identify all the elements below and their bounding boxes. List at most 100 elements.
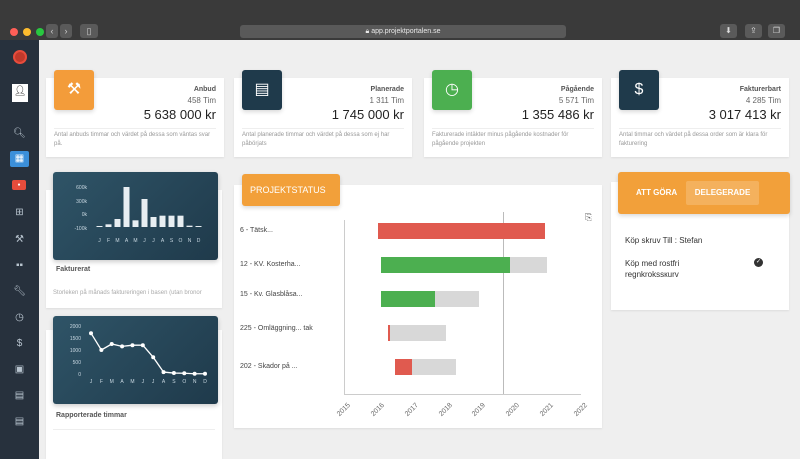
today-line	[503, 212, 505, 394]
y-tick-label: 300k	[76, 199, 87, 205]
bar	[114, 219, 121, 227]
sidebar: 👤︎ 🔍︎ ▦ ● ⊞ ⚒ ▪▪ 🔧︎ ◷ $ ▣ ▤ ▤	[0, 40, 39, 459]
stat-card-fakturerbart[interactable]: $ Fakturerbart 4 285 Tim 3 017 413 kr An…	[611, 70, 789, 157]
download-icon[interactable]: ⬇	[720, 24, 737, 38]
forward-button[interactable]: ›	[60, 24, 72, 38]
stat-value: 1 355 486 kr	[521, 107, 594, 122]
close-window-button[interactable]	[10, 28, 18, 36]
tab-delegerade[interactable]: DELEGERADE	[686, 181, 759, 205]
rapporterade-title: Rapporterade timmar	[56, 412, 127, 419]
todo-item[interactable]: Köp skruv Till : Stefan	[625, 235, 765, 246]
clock-icon: ◷	[432, 70, 472, 110]
stat-value: 1 745 000 kr	[331, 107, 404, 122]
x-tick-label: J	[143, 238, 146, 244]
point	[89, 331, 93, 336]
project-bar-progress[interactable]	[388, 325, 390, 341]
stat-card-planerade[interactable]: ▤ Planerade 1 311 Tim 1 745 000 kr Antal…	[234, 70, 412, 157]
project-row-label[interactable]: 202 - Skador på ...	[240, 362, 320, 371]
y-tick-label: 600k	[76, 185, 87, 191]
dollar-icon[interactable]: $	[10, 336, 29, 352]
avatar-icon[interactable]: 👤︎	[12, 84, 28, 102]
project-row-label[interactable]: 225 - Omläggning... tak	[240, 324, 320, 333]
badge-icon[interactable]: ●	[12, 180, 26, 190]
grid-icon[interactable]: ▪▪	[10, 258, 29, 274]
y-axis-line	[344, 220, 345, 394]
project-row-label[interactable]: 6 - Tätsk...	[240, 226, 320, 235]
project-row-label[interactable]: 15 - Kv. Glasblåsa...	[240, 290, 320, 299]
maximize-window-button[interactable]	[36, 28, 44, 36]
calendar-icon-2[interactable]: ▤	[10, 414, 29, 430]
main-content: ⚒ Anbud 458 Tim 5 638 000 kr Antal anbud…	[39, 40, 800, 459]
y-tick-label: -100k	[74, 226, 87, 232]
divider	[54, 128, 216, 129]
projektstatus-header: PROJEKTSTATUS	[242, 174, 340, 206]
stat-title: Pågående	[560, 86, 594, 93]
bar	[123, 187, 130, 227]
bar	[168, 215, 175, 227]
minimize-window-button[interactable]	[23, 28, 31, 36]
stat-title: Planerade	[370, 86, 404, 93]
stat-value: 5 638 000 kr	[143, 107, 216, 122]
y-tick-label: 1000	[70, 348, 81, 354]
x-tick-label: A	[125, 238, 129, 244]
bar	[186, 225, 193, 227]
stat-title: Anbud	[193, 86, 216, 93]
dashboard-icon[interactable]: ▦	[10, 151, 29, 167]
stat-desc: Antal anbuds timmar och värdet på dessa …	[54, 132, 211, 147]
bar	[132, 220, 139, 227]
x-tick-label: J	[152, 238, 155, 244]
x-tick-label: J	[90, 379, 93, 385]
tab-att-gora[interactable]: ATT GÖRA	[636, 188, 677, 197]
gavel-icon: ⚒	[54, 70, 94, 110]
x-tick-label: S	[172, 379, 176, 385]
fakturerat-chart: 600k 300k 0k -100k J F M A M J J A S O N D	[53, 172, 218, 260]
search-icon[interactable]: 🔍︎	[10, 126, 29, 142]
fakturerat-chart-svg: 600k300k0k-100kJ F M A M J J A S O N D	[74, 185, 202, 244]
x-tick-label: O	[179, 238, 183, 244]
x-tick-label: M	[110, 379, 114, 385]
x-tick-label: N	[188, 238, 192, 244]
x-tick-label: A	[120, 379, 124, 385]
x-tick-label: M	[133, 238, 137, 244]
fakturerat-desc: Storleken på månads faktureringen i base…	[53, 290, 202, 296]
sidebar-toggle-icon[interactable]: ▯	[80, 24, 98, 38]
project-row-label[interactable]: 12 - KV. Kosterha...	[240, 260, 320, 269]
y-tick-label: 0k	[82, 212, 88, 218]
project-bar-planned[interactable]	[388, 325, 446, 341]
project-bar-progress[interactable]	[381, 291, 436, 307]
stat-desc: Fakturerade intäkter minus pågående kost…	[432, 132, 569, 147]
wrench-icon[interactable]: 🔧︎	[10, 284, 29, 300]
project-bar-progress[interactable]	[394, 359, 412, 375]
point	[203, 371, 207, 376]
url-bar[interactable]: 🔒︎ app.projektportalen.se	[240, 25, 566, 38]
plus-icon[interactable]: ⊞	[10, 205, 29, 221]
calendar-icon[interactable]: ▤	[10, 388, 29, 404]
back-button[interactable]: ‹	[46, 24, 58, 38]
y-tick-label: 2000	[70, 324, 81, 330]
check-icon[interactable]: ✓	[754, 258, 763, 267]
x-tick-label: D	[203, 379, 207, 385]
point	[120, 344, 125, 349]
gavel-icon[interactable]: ⚒	[10, 232, 29, 248]
browser-titlebar: ‹ › ▯ 🔒︎ app.projektportalen.se ⬇ ⇪ ❐	[0, 0, 800, 40]
todo-item[interactable]: Köp med rostfri regnkrokssкurv	[625, 258, 720, 280]
stat-desc: Antal planerade timmar och värdet på des…	[242, 132, 390, 147]
bar	[177, 215, 184, 227]
stat-card-anbud[interactable]: ⚒ Anbud 458 Tim 5 638 000 kr Antal anbud…	[46, 70, 224, 157]
project-bar-progress[interactable]	[377, 223, 546, 239]
project-bar-progress[interactable]	[381, 257, 510, 273]
x-tick-label: A	[162, 379, 166, 385]
tabs-icon[interactable]: ❐	[768, 24, 785, 38]
x-tick-label: N	[193, 379, 197, 385]
share-icon[interactable]: ⇪	[745, 24, 762, 38]
point	[192, 371, 197, 376]
logo-icon[interactable]	[10, 49, 29, 65]
clock-icon[interactable]: ◷	[10, 310, 29, 326]
export-icon[interactable]: ⎘	[585, 212, 592, 223]
point	[182, 371, 187, 376]
stat-card-pågående[interactable]: ◷ Pågående 5 571 Tim 1 355 486 kr Faktur…	[424, 70, 602, 157]
bar	[195, 226, 202, 227]
point	[130, 343, 135, 348]
url-text: app.projektportalen.se	[371, 28, 441, 35]
image-icon[interactable]: ▣	[10, 362, 29, 378]
